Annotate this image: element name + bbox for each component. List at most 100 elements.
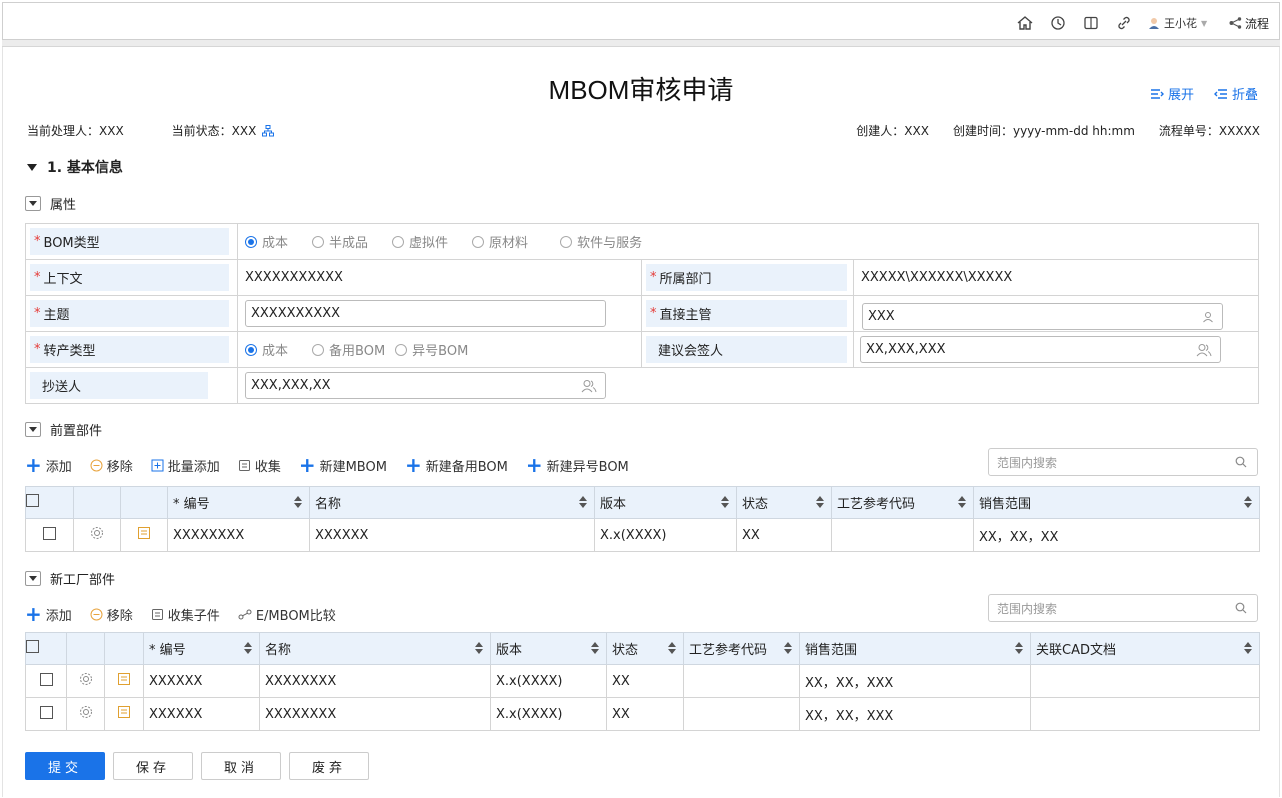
compare-button[interactable]: E/MBOM比较 [238,605,336,624]
discard-button[interactable]: 废弃 [289,752,369,780]
column-header[interactable]: 工艺参考代码 [683,632,800,665]
column-header[interactable]: * 编号 [143,632,260,665]
compare-icon [238,609,252,619]
bom-type-radios: 成本 半成品 虚拟件 原材料 软件与服务 [238,224,666,259]
expand-button[interactable]: 展开 [1150,84,1194,103]
cell-status: XX [606,697,684,731]
document-icon[interactable] [104,697,144,731]
new-mbom-button[interactable]: + 新建MBOM [299,455,387,475]
cc-input[interactable]: XXX,XXX,XX [245,372,606,399]
pre-parts-search-input[interactable]: 范围内搜索 [988,448,1258,476]
column-header[interactable]: 状态 [606,632,684,665]
radio-bom-cost[interactable]: 成本 [245,232,288,251]
row-checkbox[interactable] [25,518,74,552]
flowchart-icon[interactable] [262,124,275,137]
radio-bom-virtual[interactable]: 虚拟件 [392,232,448,251]
radio-bom-raw[interactable]: 原材料 [472,232,528,251]
subsection-pre-parts[interactable]: 前置部件 [25,420,102,439]
column-header[interactable]: 状态 [736,486,832,519]
home-icon[interactable] [1009,11,1042,35]
gear-icon[interactable] [66,697,105,731]
column-header[interactable]: 名称 [309,486,595,519]
manager-input[interactable]: XXX [862,303,1223,330]
user-icon[interactable] [1202,311,1214,323]
users-icon[interactable] [581,379,597,393]
expand-label: 展开 [1167,88,1194,103]
attributes-form: * BOM类型 成本 半成品 虚拟件 原材料 软件与服务 * 上下文 XXXXXXX… [25,223,1259,404]
pre-parts-table: * 编号 名称 版本 状态 工艺参考代码 销售范围 XXXXXXXX XXXXX… [25,486,1260,552]
column-header[interactable]: 销售范围 [799,632,1031,665]
collect-icon [238,459,250,471]
expand-collapse-group: 展开 折叠 [1150,84,1258,103]
collapse-button[interactable]: 折叠 [1213,84,1258,103]
radio-bom-semi[interactable]: 半成品 [312,232,368,251]
table-row[interactable]: XXXXXX XXXXXXXX X.x(XXXX) XX XX，XX，XXX [25,697,1260,731]
meta-left: 当前处理人：XXX 当前状态：XXX [27,122,275,139]
column-header[interactable]: 版本 [490,632,607,665]
plus-icon: + [525,453,543,477]
submit-button[interactable]: 提交 [25,752,105,780]
column-header[interactable]: 工艺参考代码 [831,486,974,519]
row-checkbox[interactable] [25,697,67,731]
new-parts-search-input[interactable]: 范围内搜索 [988,594,1258,622]
document-icon[interactable] [120,518,168,552]
collect-button[interactable]: 收集 [238,456,281,475]
subject-input[interactable]: XXXXXXXXXX [245,300,606,327]
top-bar: 王小花 ▼ 流程 [2,2,1280,40]
countersign-input[interactable]: XX,XXX,XXX [860,336,1221,363]
section-basic-info[interactable]: 1. 基本信息 [27,157,123,177]
column-header[interactable]: 关联CAD文档 [1030,632,1260,665]
new-alt-bom-button[interactable]: + 新建备用BOM [405,455,508,475]
gear-icon[interactable] [73,518,121,552]
cell-number: XXXXXXXX [167,518,310,552]
cancel-button[interactable]: 取消 [201,752,281,780]
save-button[interactable]: 保存 [113,752,193,780]
book-icon[interactable] [1075,11,1108,35]
radio-transfer-alt[interactable]: 备用BOM [312,340,385,359]
history-icon[interactable] [1042,11,1075,35]
current-status: 当前状态：XXX [171,124,257,138]
context-label: * 上下文 [30,264,229,291]
subject-cell: XXXXXXXXXX [238,296,642,331]
subsection-attributes[interactable]: 属性 [25,194,76,213]
user-menu[interactable]: 王小花 ▼ [1147,15,1227,31]
link-icon[interactable] [1108,11,1141,35]
flow-button[interactable]: 流程 [1229,15,1269,32]
radio-bom-software[interactable]: 软件与服务 [560,232,642,251]
batch-add-button[interactable]: 批量添加 [151,456,220,475]
remove-button[interactable]: 移除 [90,456,133,475]
plus-icon: + [25,602,42,626]
new-diff-bom-button[interactable]: + 新建异号BOM [526,455,629,475]
search-icon[interactable] [1235,456,1247,468]
cell-name: XXXXXX [309,518,595,552]
plus-icon: + [404,453,422,477]
document-icon[interactable] [104,664,144,698]
remove-button[interactable]: 移除 [90,605,133,624]
row-checkbox[interactable] [25,664,67,698]
add-button[interactable]: + 添加 [25,455,72,475]
subsection-new-parts[interactable]: 新工厂部件 [25,569,115,588]
radio-transfer-cost[interactable]: 成本 [245,340,288,359]
top-icons: 王小花 ▼ 流程 [1009,11,1269,35]
gear-icon[interactable] [66,664,105,698]
select-all-checkbox[interactable] [25,486,74,519]
section-title: 1. 基本信息 [47,160,123,176]
table-row[interactable]: XXXXXX XXXXXXXX X.x(XXXX) XX XX，XX，XXX [25,664,1260,698]
users-icon[interactable] [1196,343,1212,357]
user-name: 王小花 [1163,17,1197,30]
collect-children-button[interactable]: 收集子件 [151,605,220,624]
label-cell: * 上下文 [26,260,238,295]
collapse-triangle-icon [27,163,37,171]
batch-add-icon [151,459,164,471]
add-button[interactable]: + 添加 [25,604,72,624]
cell-process-code [683,697,800,731]
column-header[interactable]: 销售范围 [973,486,1260,519]
table-row[interactable]: XXXXXXXX XXXXXX X.x(XXXX) XX XX，XX，XX [25,518,1260,552]
column-header[interactable]: 名称 [259,632,491,665]
column-header[interactable]: * 编号 [167,486,310,519]
radio-transfer-diff[interactable]: 异号BOM [395,340,468,359]
new-parts-toolbar: + 添加 移除 收集子件 E/MBOM比较 [25,604,354,624]
column-header[interactable]: 版本 [594,486,737,519]
select-all-checkbox[interactable] [25,632,67,665]
search-icon[interactable] [1235,602,1247,614]
